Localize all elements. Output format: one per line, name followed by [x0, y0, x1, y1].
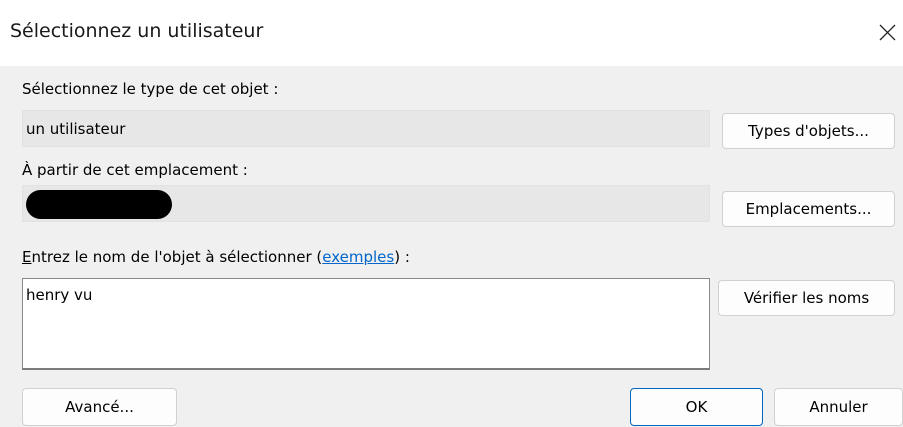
object-types-button[interactable]: Types d'objets...	[722, 113, 895, 149]
object-type-value: un utilisateur	[26, 120, 126, 138]
close-icon-glyph	[879, 24, 896, 41]
object-name-label-text: ntrez le nom de l'objet à sélectionner (	[31, 248, 323, 266]
object-name-label-suffix: ) :	[394, 248, 410, 266]
redacted-location-value	[26, 190, 172, 219]
location-field	[22, 185, 710, 222]
object-type-label: Sélectionnez le type de cet objet :	[22, 80, 279, 98]
locations-button[interactable]: Emplacements...	[722, 191, 895, 227]
title-bar: Sélectionnez un utilisateur	[0, 0, 903, 66]
object-type-field: un utilisateur	[22, 110, 710, 147]
cancel-button[interactable]: Annuler	[774, 388, 903, 426]
location-label: À partir de cet emplacement :	[22, 161, 248, 179]
examples-link[interactable]: exemples	[322, 248, 394, 266]
object-name-label: Entrez le nom de l'objet à sélectionner …	[22, 248, 410, 266]
select-user-dialog: Sélectionnez un utilisateur Sélectionnez…	[0, 0, 903, 427]
close-icon[interactable]	[872, 17, 903, 48]
ok-button[interactable]: OK	[630, 388, 763, 426]
dialog-title: Sélectionnez un utilisateur	[10, 20, 264, 42]
advanced-button[interactable]: Avancé...	[22, 388, 177, 426]
check-names-button[interactable]: Vérifier les noms	[718, 280, 895, 316]
object-name-input[interactable]: henry vu	[22, 278, 710, 370]
